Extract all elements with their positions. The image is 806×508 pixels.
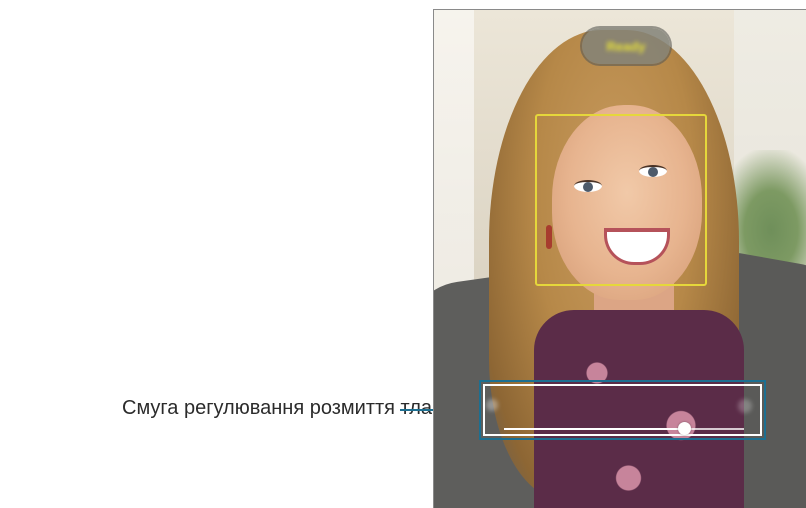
callout-label: Смуга регулювання розмиття тла bbox=[122, 397, 433, 419]
face-detection-frame bbox=[535, 114, 707, 286]
blur-high-icon bbox=[738, 399, 752, 413]
slider-thumb[interactable] bbox=[677, 422, 691, 435]
slider-fill bbox=[504, 428, 684, 430]
blur-low-icon bbox=[486, 399, 498, 411]
camera-preview: Ready bbox=[433, 9, 806, 508]
background-blur-slider[interactable] bbox=[484, 385, 761, 435]
ready-status-text: Ready bbox=[606, 38, 646, 54]
ready-status-pill: Ready bbox=[582, 28, 670, 64]
